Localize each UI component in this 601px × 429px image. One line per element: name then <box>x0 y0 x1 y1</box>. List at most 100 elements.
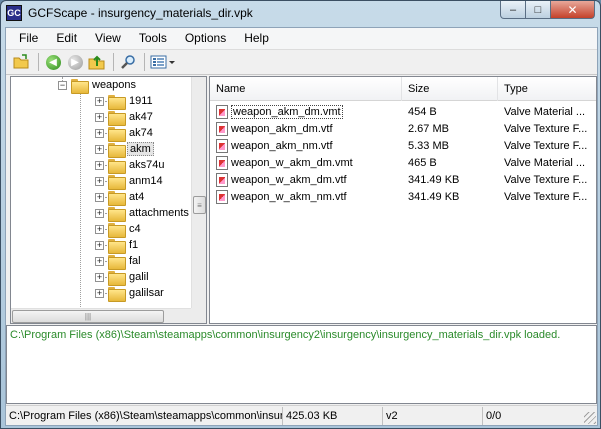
file-name: weapon_w_akm_nm.vtf <box>231 190 347 203</box>
tree-item-label: at4 <box>129 191 145 203</box>
tree-vertical-scroll-thumb[interactable]: ≡ <box>193 196 206 214</box>
table-row[interactable]: weapon_akm_nm.vtf 5.33 MB Valve Texture F.… <box>210 137 596 154</box>
folder-icon <box>108 206 126 222</box>
status-size: 425.03 KB <box>283 406 383 425</box>
view-mode-button[interactable] <box>149 52 177 72</box>
folder-icon <box>108 254 126 270</box>
minimize-button[interactable]: – <box>500 1 526 19</box>
expand-toggle[interactable]: + <box>95 256 104 266</box>
file-icon <box>216 155 228 170</box>
tree-item-weapons[interactable]: − weapons <box>58 77 138 94</box>
folder-tree[interactable]: − weapons +1911 + ak47 + ak74 + akm + aks74u + anm… <box>10 76 207 324</box>
folder-icon <box>108 142 126 158</box>
file-size: 341.49 KB <box>408 190 460 203</box>
tree-item-ak74[interactable]: + ak74 <box>95 125 155 142</box>
file-size: 2.67 MB <box>408 122 449 135</box>
expand-toggle[interactable]: + <box>95 96 104 106</box>
file-icon <box>216 172 228 187</box>
tree-item-aks74u[interactable]: + aks74u <box>95 157 166 174</box>
name-cell: weapon_akm_nm.vtf <box>210 138 408 153</box>
tree-item-label: attachments <box>129 207 189 219</box>
file-size: 454 B <box>408 105 437 118</box>
tree-item-galilsar[interactable]: + galilsar <box>95 285 166 302</box>
tree-item-1911[interactable]: +1911 <box>95 93 155 110</box>
tree-item-attachments[interactable]: + attachments <box>95 205 191 222</box>
tree-item-label: fal <box>129 255 141 267</box>
expand-toggle[interactable]: + <box>95 176 104 186</box>
expand-toggle[interactable]: + <box>95 112 104 122</box>
expand-toggle[interactable]: + <box>95 208 104 218</box>
scroll-corner <box>191 308 206 323</box>
tree-horizontal-scrollbar[interactable]: ||| <box>11 308 191 323</box>
client-area: File Edit View Tools Options Help ◀ ▶ − … <box>5 27 598 426</box>
collapse-toggle[interactable]: − <box>58 80 67 90</box>
tree-item-at4[interactable]: + at4 <box>95 189 146 206</box>
menu-view[interactable]: View <box>86 29 130 48</box>
window-controls: – □ ✕ <box>500 1 595 20</box>
file-type: Valve Texture F... <box>504 139 588 152</box>
find-button[interactable] <box>118 52 138 72</box>
menu-edit[interactable]: Edit <box>47 29 86 48</box>
menu-help[interactable]: Help <box>235 29 278 48</box>
expand-toggle[interactable]: + <box>95 144 104 154</box>
menu-tools[interactable]: Tools <box>130 29 176 48</box>
name-cell: weapon_w_akm_dm.vmt <box>210 155 408 170</box>
table-row[interactable]: weapon_w_akm_dm.vmt 465 B Valve Material .… <box>210 154 596 171</box>
tree-horizontal-scroll-thumb[interactable]: ||| <box>12 310 164 323</box>
tree-item-f1[interactable]: + f1 <box>95 237 140 254</box>
file-size: 465 B <box>408 156 437 169</box>
tree-item-label: ak74 <box>129 127 153 139</box>
file-list[interactable]: Name Size Type weapon_akm_dm.vmt 454 B Val… <box>209 76 597 324</box>
back-button[interactable]: ◀ <box>43 52 63 72</box>
file-size: 5.33 MB <box>408 139 449 152</box>
close-button[interactable]: ✕ <box>551 1 595 19</box>
column-header-size[interactable]: Size <box>402 77 498 101</box>
table-row[interactable]: weapon_akm_dm.vmt 454 B Valve Material ... <box>210 103 596 120</box>
tree-item-label: weapons <box>92 79 137 91</box>
forward-button[interactable]: ▶ <box>65 52 85 72</box>
toolbar: ◀ ▶ <box>6 49 597 75</box>
expand-toggle[interactable]: + <box>95 288 104 298</box>
column-header-type[interactable]: Type <box>498 77 596 101</box>
expand-toggle[interactable]: + <box>95 240 104 250</box>
expand-toggle[interactable]: + <box>95 272 104 282</box>
expand-toggle[interactable]: + <box>95 160 104 170</box>
expand-toggle[interactable]: + <box>95 192 104 202</box>
table-row[interactable]: weapon_w_akm_nm.vtf 341.49 KB Valve Textur… <box>210 188 596 205</box>
file-icon <box>216 104 228 119</box>
resize-grip[interactable] <box>584 412 596 424</box>
column-header-name[interactable]: Name <box>210 77 402 101</box>
folder-icon <box>108 158 126 174</box>
open-button[interactable] <box>12 52 32 72</box>
folder-open-icon <box>71 78 89 94</box>
tree-vertical-scrollbar[interactable]: ≡ <box>191 77 206 309</box>
maximize-button[interactable]: □ <box>526 1 551 19</box>
back-icon: ◀ <box>45 54 61 70</box>
file-type: Valve Texture F... <box>504 190 588 203</box>
tree-item-galil[interactable]: + galil <box>95 269 151 286</box>
log-output[interactable]: C:\Program Files (x86)\Steam\steamapps\c… <box>6 325 597 404</box>
up-folder-button[interactable] <box>87 52 107 72</box>
table-row[interactable]: weapon_w_akm_dm.vtf 341.49 KB Valve Textur… <box>210 171 596 188</box>
tree-item-anm14[interactable]: + anm14 <box>95 173 165 190</box>
name-cell: weapon_akm_dm.vmt <box>210 104 408 119</box>
tree-item-c4[interactable]: + c4 <box>95 221 143 238</box>
menu-options[interactable]: Options <box>176 29 235 48</box>
name-cell: weapon_w_akm_dm.vtf <box>210 172 408 187</box>
folder-icon <box>108 110 126 126</box>
tree-line <box>80 91 81 311</box>
expand-toggle[interactable]: + <box>95 128 104 138</box>
tree-item-label: akm <box>127 142 154 156</box>
menu-file[interactable]: File <box>10 29 47 48</box>
gcfscape-app-icon[interactable]: GC <box>6 5 22 21</box>
title-bar[interactable]: GC GCFScape - insurgency_materials_dir.v… <box>1 1 600 27</box>
table-row[interactable]: weapon_akm_dm.vtf 2.67 MB Valve Texture F.… <box>210 120 596 137</box>
file-icon <box>216 189 228 204</box>
window-title: GCFScape - insurgency_materials_dir.vpk <box>28 6 253 20</box>
folder-icon <box>108 238 126 254</box>
tree-item-ak47[interactable]: + ak47 <box>95 109 155 126</box>
tree-item-fal[interactable]: + fal <box>95 253 143 270</box>
status-path: C:\Program Files (x86)\Steam\steamapps\c… <box>6 406 283 425</box>
tree-item-akm[interactable]: + akm <box>95 141 154 158</box>
expand-toggle[interactable]: + <box>95 224 104 234</box>
